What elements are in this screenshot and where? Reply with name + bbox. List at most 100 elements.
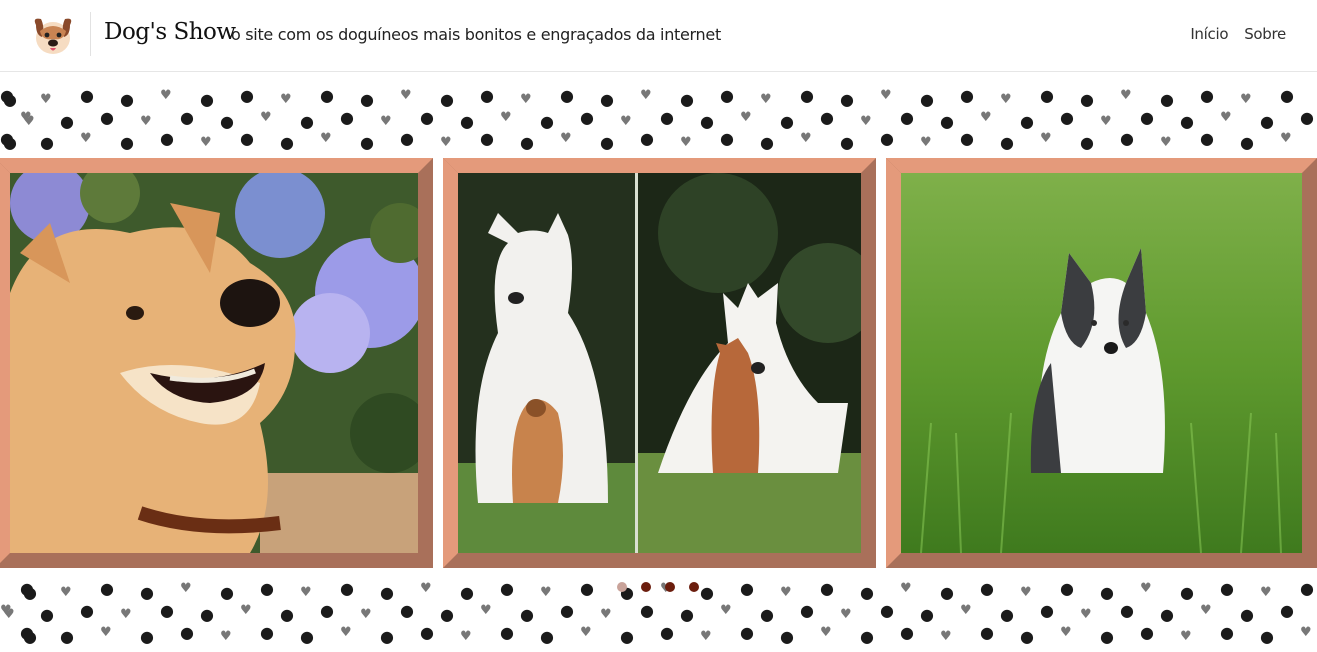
paw-print-icon: ● (1160, 605, 1174, 624)
paw-print-icon: ● (700, 583, 714, 602)
site-title[interactable]: Dog's Show (104, 19, 236, 45)
paw-print-icon: ● (1020, 627, 1034, 646)
paw-print-icon: ♥ (960, 603, 972, 618)
paw-print-icon: ● (860, 583, 874, 602)
paw-print-icon: ● (420, 623, 434, 642)
paw-print-icon: ● (1220, 579, 1234, 598)
main-nav: Início Sobre (1190, 25, 1286, 43)
paw-print-icon: ♥ (860, 114, 872, 129)
paw-print-icon: ● (1040, 86, 1054, 105)
paw-print-icon: ● (380, 583, 394, 602)
paw-print-icon: ● (40, 133, 54, 152)
paw-print-icon: ● (200, 90, 214, 109)
paw-print-icon: ● (300, 112, 314, 131)
paw-print-icon: ♥ (1180, 629, 1192, 644)
paw-print-icon: ● (1280, 601, 1294, 620)
paw-print-icon: ♥ (640, 88, 652, 103)
paw-print-icon: ● (920, 605, 934, 624)
paw-print-icon: ● (1240, 605, 1254, 624)
paw-print-icon: ♥ (940, 629, 952, 644)
carousel-indicator-dot[interactable] (689, 582, 699, 592)
paw-print-icon: ● (240, 129, 254, 148)
paw-print-icon: ♥ (920, 135, 932, 150)
paw-print-icon: ● (1120, 129, 1134, 148)
paw-print-icon: ● (1260, 112, 1274, 131)
carousel-slide-husky[interactable] (886, 158, 1317, 568)
paw-print-icon: ♥ (880, 88, 892, 103)
paw-print-icon: ● (100, 108, 114, 127)
paw-print-icon: ● (280, 605, 294, 624)
paw-print-icon: ♥ (3, 607, 15, 622)
paw-print-icon: ♥ (1060, 625, 1072, 640)
paw-print-icon: ● (700, 112, 714, 131)
paw-print-icon: ● (580, 108, 594, 127)
paw-print-icon: ♥ (1300, 625, 1312, 640)
paw-print-icon: ♥ (140, 114, 152, 129)
paw-print-icon: ● (940, 583, 954, 602)
paw-print-icon: ♥ (720, 603, 732, 618)
paw-print-icon: ● (900, 108, 914, 127)
paw-print-icon: ♥ (780, 585, 792, 600)
paw-print-icon: ♥ (740, 110, 752, 125)
paw-print-icon: ♥ (340, 625, 352, 640)
carousel-indicator-dot[interactable] (665, 582, 675, 592)
paw-print-icon: ● (800, 86, 814, 105)
paw-print-icon: ● (60, 112, 74, 131)
nav-link-inicio[interactable]: Início (1190, 25, 1228, 43)
dog-face-icon[interactable] (30, 13, 76, 59)
paw-print-icon: ● (520, 133, 534, 152)
paw-print-icon: ● (600, 133, 614, 152)
paw-print-icon: ● (780, 112, 794, 131)
paw-print-icon: ● (400, 129, 414, 148)
carousel-indicator-dot[interactable] (617, 582, 627, 592)
paw-print-icon: ● (900, 623, 914, 642)
paw-print-icon: ♥ (440, 135, 452, 150)
paw-print-icon: ● (660, 623, 674, 642)
paw-print-icon: ● (340, 108, 354, 127)
paw-print-icon: ● (680, 90, 694, 109)
paw-print-icon: ● (1000, 133, 1014, 152)
paw-print-icon: ♥ (1100, 114, 1112, 129)
paw-print-icon: ● (1120, 601, 1134, 620)
paw-print-icon: ● (1020, 112, 1034, 131)
paw-print-icon: ♥ (580, 625, 592, 640)
paw-print-icon: ♥ (1280, 131, 1292, 146)
paw-print-icon: ● (100, 579, 114, 598)
carousel-slide-shiba[interactable] (0, 158, 433, 568)
paw-print-icon: ● (440, 605, 454, 624)
paw-print-icon: ♥ (1220, 110, 1232, 125)
paw-print-icon: ● (620, 627, 634, 646)
paw-print-icon: ● (580, 579, 594, 598)
paw-print-icon: ● (420, 108, 434, 127)
paw-print-icon: ♥ (1040, 131, 1052, 146)
paw-print-icon: ● (480, 86, 494, 105)
paw-print-icon: ♥ (380, 114, 392, 129)
carousel-indicators (617, 582, 699, 592)
paw-print-icon: ♥ (820, 625, 832, 640)
paw-print-icon: ● (760, 133, 774, 152)
paw-print-icon: ♥ (1020, 585, 1032, 600)
paw-print-icon: ♥ (23, 114, 35, 129)
paw-print-icon: ● (240, 86, 254, 105)
paw-print-icon: ● (540, 627, 554, 646)
paw-print-icon: ● (300, 627, 314, 646)
paw-print-icon: ● (1140, 108, 1154, 127)
paw-print-icon: ● (1140, 623, 1154, 642)
paw-print-icon: ● (460, 583, 474, 602)
carousel-indicator-dot[interactable] (641, 582, 651, 592)
paw-print-icon: ♥ (200, 135, 212, 150)
paw-print-icon: ● (1200, 86, 1214, 105)
paw-print-icon: ♥ (600, 607, 612, 622)
paw-print-icon: ● (60, 627, 74, 646)
paw-print-icon: ● (260, 579, 274, 598)
paw-print-icon: ● (360, 133, 374, 152)
paw-print-icon: ♥ (540, 585, 552, 600)
nav-link-sobre[interactable]: Sobre (1244, 25, 1286, 43)
paw-print-icon: ♥ (1260, 585, 1272, 600)
paw-print-icon: ● (640, 601, 654, 620)
carousel-slide-shepherd[interactable] (443, 158, 876, 568)
paw-print-icon: ● (1100, 583, 1114, 602)
paw-print-icon: ♥ (1200, 603, 1212, 618)
paw-print-icon: ● (800, 601, 814, 620)
paw-print-icon: ♥ (500, 110, 512, 125)
